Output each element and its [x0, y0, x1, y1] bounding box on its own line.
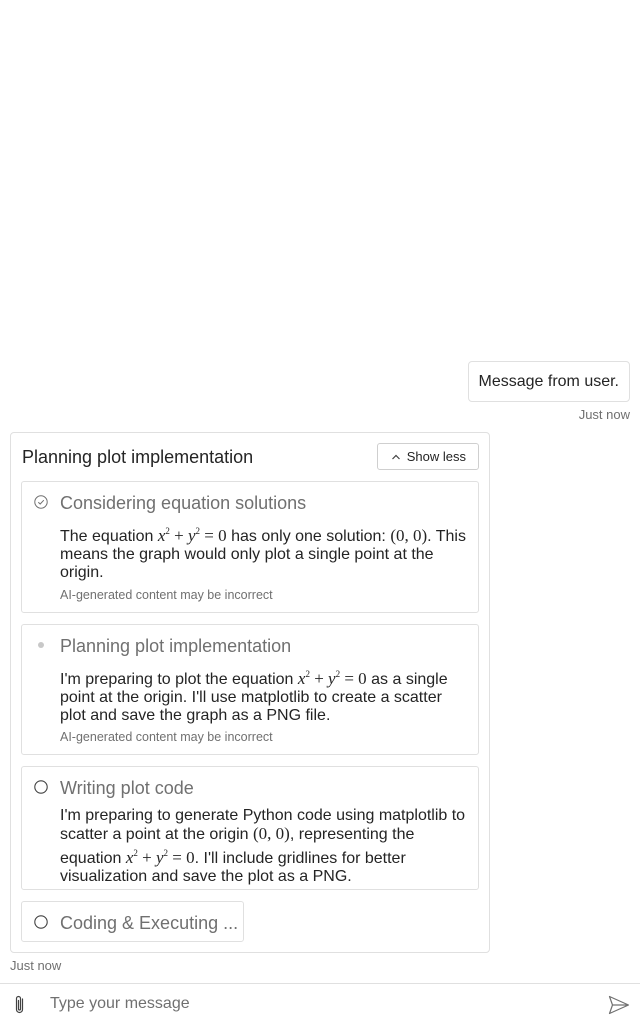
- step-description: The equation x2 + y2 = 0 has only one so…: [60, 526, 466, 581]
- user-message-text: Message from user.: [478, 373, 620, 390]
- user-message-bubble: Message from user.: [467, 361, 630, 402]
- equation: x2 + y2 = 0: [125, 848, 195, 867]
- send-icon[interactable]: [608, 995, 630, 1015]
- step-considering-equation-solutions: Considering equation solutions The equat…: [21, 481, 479, 613]
- empty-circle-icon: [34, 780, 48, 794]
- step-title: Writing plot code: [60, 778, 194, 798]
- paperclip-icon[interactable]: [12, 994, 28, 1016]
- origin-point: (0, 0): [390, 526, 428, 545]
- chevron-up-icon: [391, 454, 400, 459]
- show-less-label: Show less: [406, 449, 466, 464]
- empty-circle-icon: [34, 915, 48, 929]
- step-title: Planning plot implementation: [60, 636, 292, 656]
- bot-card-title: Planning plot implementation: [22, 447, 254, 467]
- checkmark-circle-icon: [34, 495, 48, 509]
- bot-message-card: Planning plot implementation Show less C…: [10, 432, 490, 953]
- chat-window: Message from user. Just now Planning plo…: [0, 0, 640, 1024]
- step-coding-executing: Coding & Executing ...: [21, 901, 244, 942]
- bot-message-timestamp: Just now: [10, 958, 62, 973]
- step-title: Considering equation solutions: [60, 493, 307, 513]
- equation: x2 + y2 = 0: [297, 669, 367, 688]
- step-description: I'm preparing to generate Python code us…: [60, 807, 466, 885]
- origin-point: (0, 0): [253, 824, 290, 843]
- progress-dot-icon: [38, 642, 44, 648]
- step-writing-plot-code: Writing plot code I'm preparing to gener…: [21, 766, 479, 890]
- step-planning-plot-implementation: Planning plot implementation I'm prepari…: [21, 624, 479, 755]
- message-input[interactable]: [42, 990, 582, 1018]
- ai-disclaimer: AI-generated content may be incorrect: [60, 730, 273, 744]
- equation: x2 + y2 = 0: [157, 526, 227, 545]
- step-title: Coding & Executing ...: [60, 913, 239, 933]
- message-composer: [0, 983, 640, 1024]
- show-less-button[interactable]: Show less: [376, 443, 479, 470]
- ai-disclaimer: AI-generated content may be incorrect: [60, 588, 273, 602]
- user-message-timestamp: Just now: [578, 407, 630, 422]
- step-description: I'm preparing to plot the equation x2 + …: [60, 669, 448, 724]
